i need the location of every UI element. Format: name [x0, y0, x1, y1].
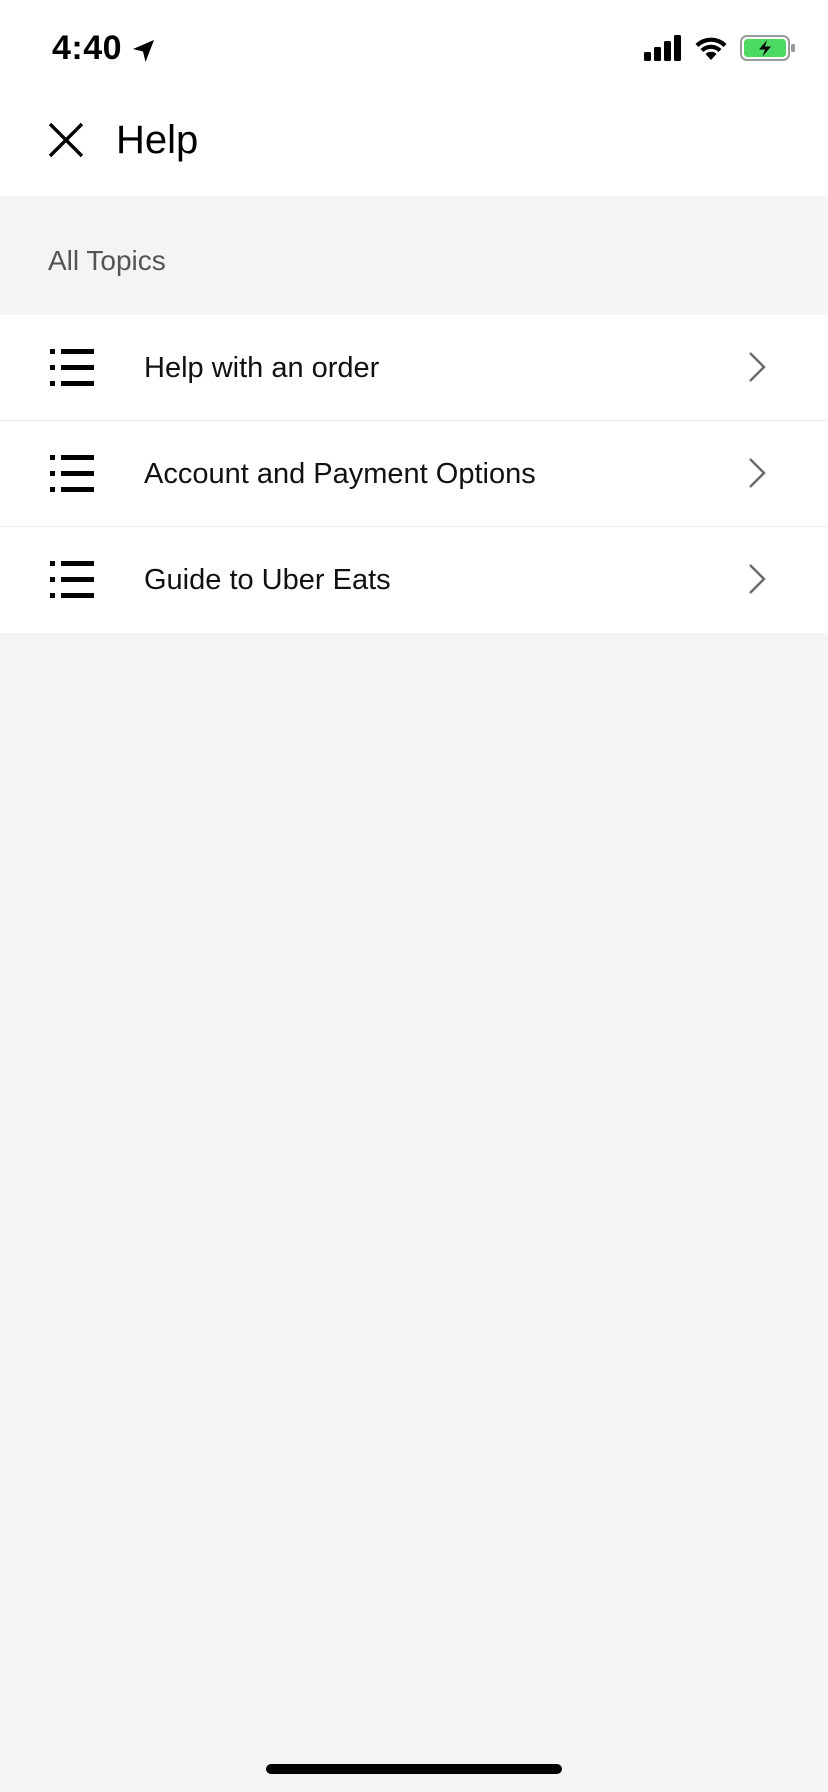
list-icon: [50, 349, 94, 387]
status-bar: 4:40: [0, 0, 828, 96]
wifi-icon: [694, 35, 728, 61]
status-indicators: [644, 34, 796, 62]
header-bar: Help: [0, 96, 828, 196]
close-icon: [48, 122, 84, 158]
topic-row-help-with-order[interactable]: Help with an order: [0, 315, 828, 421]
topic-label: Help with an order: [144, 352, 380, 384]
topic-row-account-payment[interactable]: Account and Payment Options: [0, 421, 828, 527]
location-arrow-icon: [130, 34, 158, 62]
section-label: All Topics: [48, 245, 166, 276]
topic-list: Help with an order Account and Payment O…: [0, 315, 828, 633]
page-title: Help: [116, 118, 199, 162]
status-time-label: 4:40: [52, 29, 123, 67]
list-icon: [50, 455, 94, 493]
close-button[interactable]: [42, 116, 90, 164]
status-time: 4:40: [52, 28, 158, 68]
topic-label: Account and Payment Options: [144, 458, 536, 490]
topic-row-guide-uber-eats[interactable]: Guide to Uber Eats: [0, 527, 828, 633]
list-icon: [50, 561, 94, 599]
battery-charging-icon: [740, 34, 796, 62]
chevron-right-icon: [748, 351, 766, 383]
topic-label: Guide to Uber Eats: [144, 564, 391, 596]
chevron-right-icon: [748, 563, 766, 595]
chevron-right-icon: [748, 457, 766, 489]
section-header: All Topics: [0, 196, 828, 315]
home-indicator[interactable]: [266, 1764, 562, 1774]
cellular-signal-icon: [644, 35, 684, 61]
